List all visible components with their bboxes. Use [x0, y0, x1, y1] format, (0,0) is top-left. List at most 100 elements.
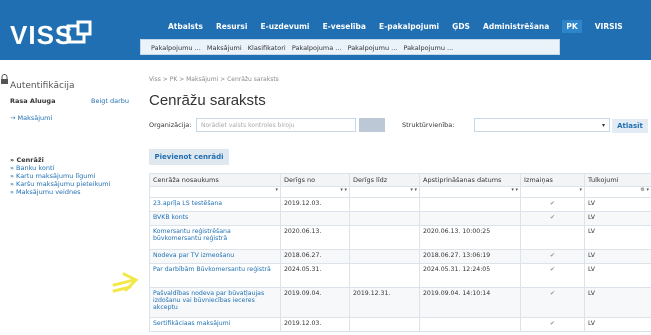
cell-from: 2019.12.03. [280, 317, 350, 332]
cell-from: 2018.06.27. [280, 249, 350, 264]
table-row[interactable]: BVKB konts ✔ LV [149, 211, 651, 226]
side-item-veidnes[interactable]: » Maksājumu veidnes [10, 188, 110, 196]
cell-approved [419, 211, 521, 226]
cell-to [349, 211, 420, 226]
table-row[interactable]: 23.aprīļa LS testēšana 2019.12.03. ✔ LV [149, 197, 651, 212]
sub-navigation: Pakalpojumu ... Maksājumi Klasifikatori … [140, 39, 560, 55]
subnav-item[interactable]: Pakalpojuma ... [292, 44, 342, 52]
cell-name[interactable]: Par darbībām Būvkomersantu reģistrā [149, 263, 281, 288]
cell-translations: LV [584, 287, 651, 318]
cell-name[interactable]: Sertifikāciaas maksājumi [149, 317, 281, 332]
filter-changes[interactable]: ▾ [520, 186, 585, 198]
logo-mark-icon [66, 20, 92, 44]
cell-approved: 2024.05.31. 12:24:05 [419, 263, 521, 288]
payments-link[interactable]: → Maksājumi [10, 114, 52, 122]
cell-to [349, 249, 420, 264]
cell-approved: 2019.09.04. 14:10:14 [419, 287, 521, 318]
cell-from: 2019.09.04. [280, 287, 350, 318]
org-select[interactable]: Norādiet valsts kontroles biroju [196, 118, 356, 132]
cell-from: 2024.05.31. [280, 263, 350, 288]
nav-virsis[interactable]: VIRSIS [595, 22, 623, 31]
cell-translations: LV [584, 197, 651, 212]
col-header-approved[interactable]: Apstiprināšanas datums [419, 173, 521, 187]
cell-changes: ✔ [520, 287, 585, 318]
subnav-item[interactable]: Pakalpojumu ... [348, 44, 398, 52]
side-menu: » Cenrāži » Banku konti » Kartu maksājum… [10, 156, 110, 196]
table-row[interactable]: Nodeva par TV izmeošanu 2018.06.27. 2018.0… [149, 249, 651, 264]
cell-changes: ✔ [520, 197, 585, 212]
cell-to [349, 197, 420, 212]
side-item-banku-konti[interactable]: » Banku konti [10, 164, 110, 172]
filter-row: ▾ ▾ ▾ ▾ ▾ ▾ ▾ ▾ ⚙ ▾ [149, 186, 651, 198]
side-item-cenrazi[interactable]: » Cenrāži [10, 156, 110, 164]
user-name: Rasa Aluuga [10, 97, 56, 105]
cell-translations: LV [584, 249, 651, 264]
nav-e-veseliba[interactable]: E-veselība [323, 22, 366, 31]
col-header-to[interactable]: Derīgs līdz [349, 173, 420, 187]
table-row[interactable]: Komersantu reģistrēšana būvkomersantu re… [149, 225, 651, 250]
col-header-name[interactable]: Cenrāža nosaukums [149, 173, 281, 187]
nav-gds[interactable]: ĢDS [452, 22, 470, 31]
page-title: Cenrāžu saraksts [149, 92, 266, 109]
nav-atbalsts[interactable]: Atbalsts [168, 22, 203, 31]
side-item-kartu-ligumi[interactable]: » Kartu maksājumu līgumi [10, 172, 110, 180]
nav-e-pakalpojumi[interactable]: E-pakalpojumi [379, 22, 439, 31]
col-header-changes[interactable]: Izmaiņas [520, 173, 585, 187]
auth-title: Autentifikācija [10, 81, 75, 91]
lock-icon [1, 74, 8, 84]
cell-from: 2019.12.03. [280, 197, 350, 212]
pricelist-table: Cenrāža nosaukums Derīgs no Derīgs līdz … [149, 173, 651, 332]
cell-changes: ✔ [520, 263, 585, 288]
add-pricelist-button[interactable]: Pievienot cenrādi [149, 149, 229, 165]
cell-translations: LV [584, 263, 651, 288]
cell-name[interactable]: Pašvaldības nodeva par būvatļaujas izdoš… [149, 287, 281, 318]
logout-link[interactable]: Beigt darbu [91, 97, 129, 105]
cell-changes: ✔ [520, 249, 585, 264]
table-row[interactable]: Par darbībām Būvkomersantu reģistrā 2024.… [149, 263, 651, 288]
filter-name[interactable]: ▾ [149, 186, 281, 198]
subnav-item-maksajumi[interactable]: Maksājumi [207, 44, 242, 52]
table-row[interactable]: Pašvaldības nodeva par būvatļaujas izdoš… [149, 287, 651, 318]
top-navigation-bar: VISS Atbalsts Resursi E-uzdevumi E-vesel… [0, 0, 651, 60]
subnav-item-klasifikatori[interactable]: Klasifikatori [248, 44, 286, 52]
org-label: Organizācija: [149, 121, 192, 129]
chevron-down-icon: ▾ [601, 122, 605, 129]
breadcrumb[interactable]: Viss > PK > Maksājumi > Cenrāžu saraksts [149, 76, 279, 83]
struct-select[interactable]: ▾ [474, 118, 610, 132]
nav-e-uzdevumi[interactable]: E-uzdevumi [260, 22, 309, 31]
cell-name[interactable]: Nodeva par TV izmeošanu [149, 249, 281, 264]
cell-name[interactable]: 23.aprīļa LS testēšana [149, 197, 281, 212]
filter-to[interactable]: ▾ ▾ [349, 186, 420, 198]
table-row[interactable]: Sertifikāciaas maksājumi 2019.12.03. ✔ LV [149, 317, 651, 332]
nav-resursi[interactable]: Resursi [216, 22, 247, 31]
subnav-item[interactable]: Pakalpojumu ... [151, 44, 201, 52]
yellow-arrow-icon [112, 272, 139, 293]
cell-to [349, 263, 420, 288]
cell-name[interactable]: BVKB konts [149, 211, 281, 226]
sidebar: Autentifikācija Rasa Aluuga Beigt darbu … [0, 72, 138, 335]
cell-changes: ✔ [520, 317, 585, 332]
cell-translations: LV [584, 317, 651, 332]
search-button[interactable]: Atlasīt [612, 119, 648, 133]
col-header-from[interactable]: Derīgs no [280, 173, 350, 187]
cell-approved: 2018.06.27. 13:06:19 [419, 249, 521, 264]
side-item-karsu-pieteikumi[interactable]: » Karšu maksājumu pieteikumi [10, 180, 110, 188]
subnav-item[interactable]: Pakalpojumu ... [403, 44, 453, 52]
cell-name[interactable]: Komersantu reģistrēšana būvkomersantu re… [149, 225, 281, 250]
cell-from: 2020.06.13. [280, 225, 350, 250]
cell-translations: LV [584, 211, 651, 226]
filter-from[interactable]: ▾ ▾ [280, 186, 350, 198]
nav-pk[interactable]: PK [562, 20, 582, 33]
struct-label: Struktūrvienība: [402, 121, 455, 129]
org-lookup-button[interactable] [359, 118, 385, 132]
cell-changes: ✔ [520, 211, 585, 226]
cell-approved [419, 197, 521, 212]
cell-from [280, 211, 350, 226]
filter-approved[interactable]: ▾ ▾ [419, 186, 521, 198]
cell-translations: LV [584, 225, 651, 250]
cell-approved: 2020.06.13. 10:00:25 [419, 225, 521, 250]
col-header-translations[interactable]: Tulkojumi [584, 173, 651, 187]
filter-translations[interactable]: ⚙ ▾ [584, 186, 651, 198]
nav-administresana[interactable]: Administrēšana [483, 22, 549, 31]
cell-to [349, 225, 420, 250]
